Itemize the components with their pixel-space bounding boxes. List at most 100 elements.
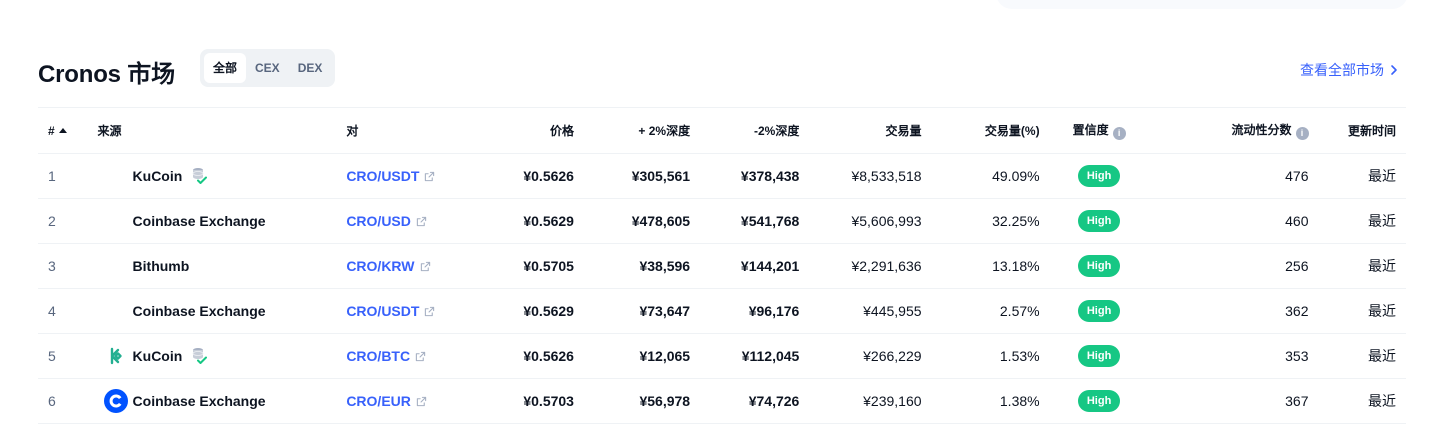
- source-cell[interactable]: Coinbase Exchange: [98, 199, 347, 243]
- pair-link[interactable]: CRO/EUR: [346, 393, 427, 409]
- depth-plus-cell: ¥38,596: [573, 243, 691, 289]
- liquidity-cell: 460: [1158, 198, 1309, 244]
- updated-cell: 最近: [1308, 243, 1406, 289]
- exchange-name[interactable]: Bithumb: [133, 258, 190, 274]
- updated-cell: 最近: [1308, 153, 1406, 199]
- pair-label: CRO/EUR: [346, 393, 411, 409]
- search-bar-edge: [996, 0, 1408, 9]
- exchange-name[interactable]: Coinbase Exchange: [133, 213, 266, 229]
- external-link-icon: [425, 306, 435, 316]
- liquidity-cell: 353: [1158, 333, 1309, 379]
- confidence-badge: High: [1077, 345, 1121, 367]
- market-type-filter: 全部 CEX DEX: [200, 49, 336, 87]
- exchange-logo: [104, 344, 128, 368]
- col-liquidity-header[interactable]: 流动性分数 i: [1158, 107, 1309, 154]
- col-price-header[interactable]: 价格: [465, 107, 574, 154]
- filter-dex-button[interactable]: DEX: [289, 53, 332, 83]
- row-rank: 2: [38, 198, 98, 244]
- markets-header: Cronos 市场 全部 CEX DEX 查看全部市场: [38, 48, 1406, 88]
- liquidity-cell: 256: [1158, 243, 1309, 289]
- chevron-right-icon: [1391, 65, 1397, 75]
- pair-label: CRO/USD: [346, 213, 411, 229]
- row-rank: 3: [38, 243, 98, 289]
- depth-plus-cell: ¥305,561: [573, 153, 691, 199]
- source-cell[interactable]: KuCoin: [98, 154, 347, 198]
- volume-cell: ¥239,160: [799, 378, 922, 424]
- col-pair-header: 对: [346, 107, 466, 154]
- pair-label: CRO/USDT: [346, 168, 420, 184]
- source-cell[interactable]: Coinbase Exchange: [98, 289, 347, 333]
- depth-plus-cell: ¥73,647: [573, 288, 691, 334]
- volume-pct-cell: 1.38%: [921, 378, 1040, 424]
- external-link-icon: [415, 351, 426, 361]
- updated-cell: 最近: [1308, 288, 1406, 334]
- table-row[interactable]: 3 Bithumb CRO/KRW ¥0.5705 ¥38,596 ¥144,2…: [38, 243, 1406, 289]
- volume-pct-cell: 13.18%: [921, 243, 1040, 289]
- depth-minus-cell: ¥96,176: [690, 288, 800, 334]
- pair-link[interactable]: CRO/BTC: [346, 348, 426, 364]
- table-row[interactable]: 5 KuCoin CRO/BTC ¥0.5626 ¥12,065 ¥112,04…: [38, 333, 1406, 379]
- coinbase-logo-icon: [103, 389, 128, 413]
- col-volume-header[interactable]: 交易量: [799, 107, 922, 154]
- table-header-row: # 来源 对 价格 + 2%深度 -2%深度 交易量 交易量(%) 置信度 i 流…: [38, 107, 1406, 154]
- exchange-name[interactable]: KuCoin: [133, 348, 183, 364]
- col-volume-pct-header[interactable]: 交易量(%): [921, 107, 1040, 154]
- pair-link[interactable]: CRO/USDT: [346, 168, 435, 184]
- table-row[interactable]: 2 Coinbase Exchange CRO/USD ¥0.5629 ¥478…: [38, 198, 1406, 244]
- col-depth-minus-header[interactable]: -2%深度: [690, 107, 800, 154]
- col-confidence-header[interactable]: 置信度 i: [1039, 107, 1159, 154]
- row-rank: 1: [38, 153, 98, 199]
- depth-minus-cell: ¥74,726: [690, 378, 800, 424]
- volume-cell: ¥5,606,993: [799, 198, 922, 244]
- filter-cex-button[interactable]: CEX: [246, 53, 289, 83]
- verified-reserve-icon: [191, 167, 208, 185]
- external-link-icon: [420, 261, 430, 271]
- col-depth-plus-header[interactable]: + 2%深度: [573, 107, 691, 154]
- table-row[interactable]: 6 Coinbase Exchange CRO/EUR ¥0.5703 ¥56,…: [38, 378, 1406, 424]
- source-cell[interactable]: Bithumb: [98, 244, 347, 288]
- row-rank: 6: [38, 378, 98, 424]
- price-cell: ¥0.5705: [465, 243, 574, 289]
- volume-pct-cell: 32.25%: [921, 198, 1040, 244]
- price-cell: ¥0.5626: [465, 153, 574, 199]
- depth-minus-cell: ¥144,201: [690, 243, 800, 289]
- table-row[interactable]: 4 Coinbase Exchange CRO/USDT ¥0.5629 ¥73…: [38, 288, 1406, 334]
- sort-ascending-icon: [58, 127, 67, 133]
- volume-pct-cell: 49.09%: [921, 153, 1040, 199]
- volume-cell: ¥266,229: [799, 333, 922, 379]
- external-link-icon: [416, 216, 427, 226]
- source-cell[interactable]: KuCoin: [98, 334, 347, 378]
- row-rank: 4: [38, 288, 98, 334]
- source-cell[interactable]: Coinbase Exchange: [98, 379, 347, 423]
- pair-label: CRO/USDT: [346, 303, 420, 319]
- view-all-markets-link[interactable]: 查看全部市场: [1300, 60, 1400, 80]
- updated-cell: 最近: [1308, 378, 1406, 424]
- col-updated-header: 更新时间: [1308, 107, 1406, 154]
- price-cell: ¥0.5626: [465, 333, 574, 379]
- pair-label: CRO/KRW: [346, 258, 415, 274]
- liquidity-cell: 367: [1158, 378, 1309, 424]
- exchange-name[interactable]: Coinbase Exchange: [133, 393, 266, 409]
- updated-cell: 最近: [1308, 198, 1406, 244]
- col-rank-header[interactable]: #: [38, 107, 98, 154]
- volume-cell: ¥2,291,636: [799, 243, 922, 289]
- pair-link[interactable]: CRO/USDT: [346, 303, 435, 319]
- exchange-name[interactable]: Coinbase Exchange: [133, 303, 266, 319]
- confidence-badge: High: [1077, 210, 1121, 232]
- filter-all-button[interactable]: 全部: [204, 53, 247, 83]
- info-icon[interactable]: i: [1295, 127, 1309, 140]
- page-title: Cronos 市场: [38, 61, 175, 88]
- confidence-badge: High: [1077, 165, 1121, 187]
- table-row[interactable]: 1 KuCoin CRO/USDT ¥0.5626 ¥305,561 ¥378,…: [38, 153, 1406, 199]
- info-icon[interactable]: i: [1112, 127, 1126, 140]
- kucoin-logo-icon: [110, 347, 122, 365]
- confidence-badge: High: [1077, 255, 1121, 277]
- volume-pct-cell: 1.53%: [921, 333, 1040, 379]
- volume-pct-cell: 2.57%: [921, 288, 1040, 334]
- volume-cell: ¥445,955: [799, 288, 922, 334]
- pair-link[interactable]: CRO/KRW: [346, 258, 430, 274]
- exchange-name[interactable]: KuCoin: [133, 168, 183, 184]
- pair-link[interactable]: CRO/USD: [346, 213, 427, 229]
- depth-plus-cell: ¥12,065: [573, 333, 691, 379]
- depth-plus-cell: ¥478,605: [573, 198, 691, 244]
